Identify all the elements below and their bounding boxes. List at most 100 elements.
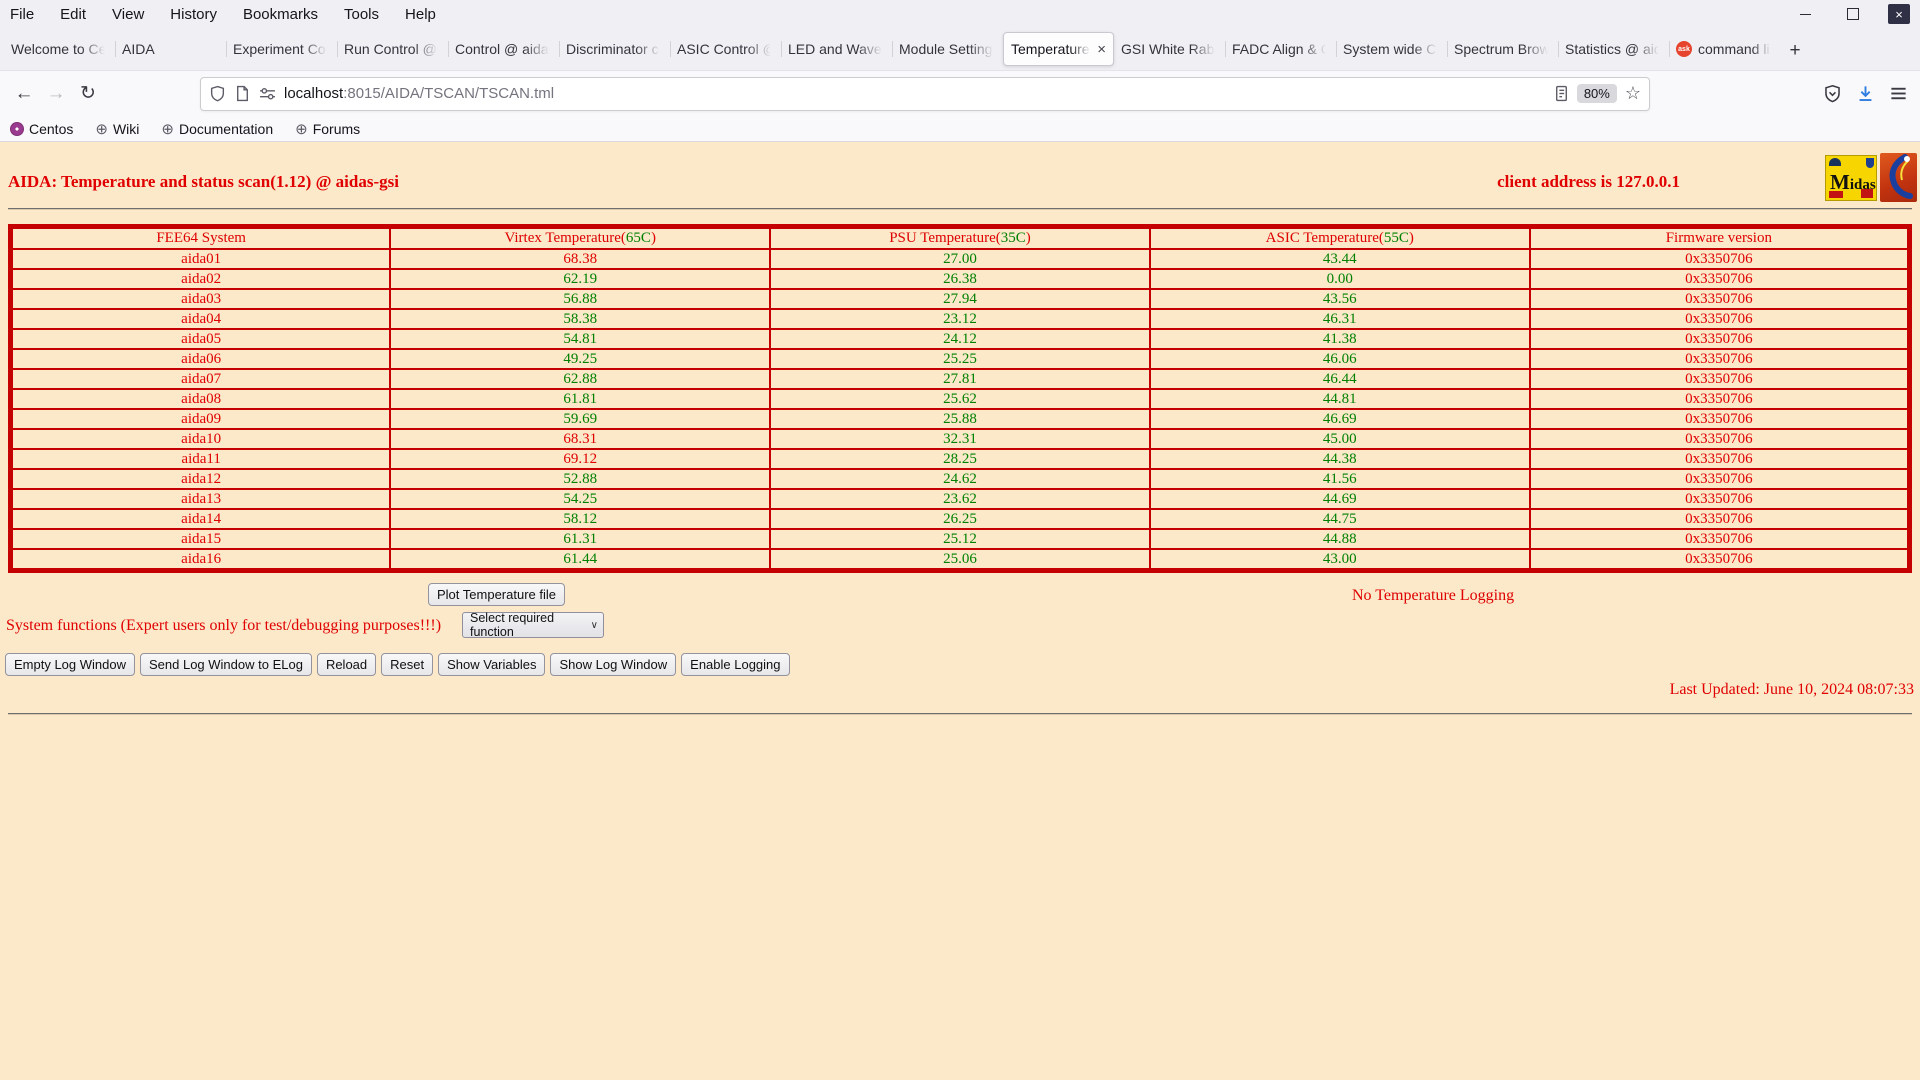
browser-tab[interactable]: Control @ aida [448,32,559,66]
psu-temp-cell: 23.62 [769,488,1151,510]
tab-strip: Welcome to Ce AIDA Experiment Co Run Contro… [4,32,1780,66]
browser-tab[interactable]: Run Control @ [337,32,448,66]
bookmark-documentation[interactable]: ⊕ Documentation [161,120,273,138]
browser-tab[interactable]: ask command li [1669,32,1780,66]
menu-tools[interactable]: Tools [344,6,379,23]
fee64-name-cell: aida13 [9,488,392,510]
bookmark-forums[interactable]: ⊕ Forums [295,120,360,138]
zoom-level-button[interactable]: 80% [1576,84,1617,103]
globe-icon: ⊕ [161,120,174,138]
menu-file[interactable]: File [10,6,34,23]
virtex-temp-cell: 68.38 [389,248,772,270]
browser-tab[interactable]: Spectrum Brow [1447,32,1558,66]
enable-logging-button[interactable]: Enable Logging [681,653,790,676]
tab-label: GSI White Rab [1121,41,1215,57]
browser-tab[interactable]: FADC Align & C [1225,32,1336,66]
bookmark-star-icon[interactable]: ☆ [1625,83,1641,104]
tab-label: LED and Wavef [788,41,885,57]
new-tab-button[interactable]: + [1780,36,1810,66]
header-label: ) [1025,230,1031,246]
firmware-cell: 0x3350706 [1528,308,1911,330]
browser-tab[interactable]: Statistics @ aid [1558,32,1669,66]
browser-tab[interactable]: Module Setting [892,32,1003,66]
psu-temp-cell: 27.94 [769,288,1151,310]
firmware-cell: 0x3350706 [1528,348,1911,370]
navigation-toolbar: ← → ↻ localhost:8015/AIDA/TSCAN/TSCAN.tm… [0,70,1920,116]
tab-label: Statistics @ aid [1565,41,1662,57]
centos-icon [10,121,24,136]
send-log-window-to-elog-button[interactable]: Send Log Window to ELog [140,653,312,676]
menu-edit[interactable]: Edit [60,6,86,23]
menu-view[interactable]: View [112,6,144,23]
firmware-cell: 0x3350706 [1528,388,1911,410]
close-icon[interactable]: × [1888,4,1910,24]
browser-tab[interactable]: System wide C [1336,32,1447,66]
menu-bookmarks[interactable]: Bookmarks [243,6,318,23]
pocket-save-icon[interactable] [1823,84,1842,103]
fee64-name-cell: aida12 [9,468,392,490]
browser-tab[interactable]: Discriminator c [559,32,670,66]
header-label: ASIC Temperature( [1265,230,1384,246]
table-row: aida06 49.25 25.25 46.06 0x3350706 [9,348,1911,370]
menu-history[interactable]: History [170,6,217,23]
function-select[interactable]: Select required function ∨ [462,611,604,639]
virtex-temp-cell: 61.44 [389,548,772,572]
browser-tab[interactable]: Temperature × [1003,32,1114,66]
midas-logo-dome [1829,158,1841,166]
tab-label: FADC Align & C [1232,41,1329,57]
reload-button[interactable]: Reload [316,653,377,676]
browser-tab[interactable]: AIDA [115,32,226,66]
table-row: aida08 61.81 25.62 44.81 0x3350706 [9,388,1911,410]
browser-tab[interactable]: LED and Wavef [781,32,892,66]
divider-top [8,208,1912,210]
browser-tab[interactable]: GSI White Rab [1114,32,1225,66]
header-label: ) [1408,230,1414,246]
psu-temp-cell: 32.31 [769,428,1151,450]
tab-close-icon[interactable]: × [1093,41,1106,58]
psu-temp-cell: 26.38 [769,268,1151,290]
virtex-temp-cell: 62.88 [389,368,772,390]
download-icon[interactable] [1856,84,1875,103]
tab-label: Spectrum Brow [1454,41,1550,57]
ask-favicon: ask [1676,41,1692,57]
url-bar[interactable]: localhost:8015/AIDA/TSCAN/TSCAN.tml 80% … [200,76,1650,111]
browser-tab[interactable]: Welcome to Ce [4,32,115,66]
empty-log-window-button[interactable]: Empty Log Window [5,653,135,676]
forward-icon[interactable]: → [40,79,72,109]
reload-icon[interactable]: ↻ [72,79,104,109]
maximize-icon[interactable] [1840,4,1866,24]
show-variables-button[interactable]: Show Variables [438,653,546,676]
plot-temperature-button[interactable]: Plot Temperature file [428,583,565,606]
menu-help[interactable]: Help [405,6,436,23]
fair-gsi-logo [1880,153,1917,202]
firmware-cell: 0x3350706 [1528,548,1911,572]
asic-temp-cell: 43.44 [1148,248,1531,270]
firmware-cell: 0x3350706 [1528,288,1911,310]
fee64-name-cell: aida07 [9,368,392,390]
header-label: PSU Temperature( [889,230,1001,246]
page-content: AIDA: Temperature and status scan(1.12) … [0,142,1920,1080]
menu-bar-items: File Edit View History Bookmarks Tools Help [10,6,462,23]
toolbar-right-icons [1823,84,1912,103]
reset-button[interactable]: Reset [381,653,434,676]
table-row: aida09 59.69 25.88 46.69 0x3350706 [9,408,1911,430]
bookmark-centos[interactable]: Centos [10,121,73,137]
virtex-temp-cell: 54.25 [389,488,772,510]
action-button-row: Empty Log Window Send Log Window to ELog R… [5,653,790,676]
reader-mode-icon[interactable] [1554,85,1569,102]
fee64-name-cell: aida09 [9,408,392,430]
browser-tab[interactable]: Experiment Co [226,32,337,66]
menu-hamburger-icon[interactable] [1889,84,1908,103]
psu-temp-cell: 25.06 [769,548,1151,572]
fee64-name-cell: aida15 [9,528,392,550]
asic-temp-cell: 41.56 [1148,468,1531,490]
bookmark-wiki[interactable]: ⊕ Wiki [95,120,139,138]
psu-temp-cell: 24.62 [769,468,1151,490]
bookmarks-toolbar: Centos ⊕ Wiki ⊕ Documentation ⊕ Forums [0,116,1920,142]
page-icon [237,85,248,102]
show-log-window-button[interactable]: Show Log Window [550,653,677,676]
back-icon[interactable]: ← [8,79,40,109]
minimize-icon[interactable] [1792,4,1818,24]
browser-tab[interactable]: ASIC Control @ [670,32,781,66]
header-label: FEE64 System [156,230,246,246]
